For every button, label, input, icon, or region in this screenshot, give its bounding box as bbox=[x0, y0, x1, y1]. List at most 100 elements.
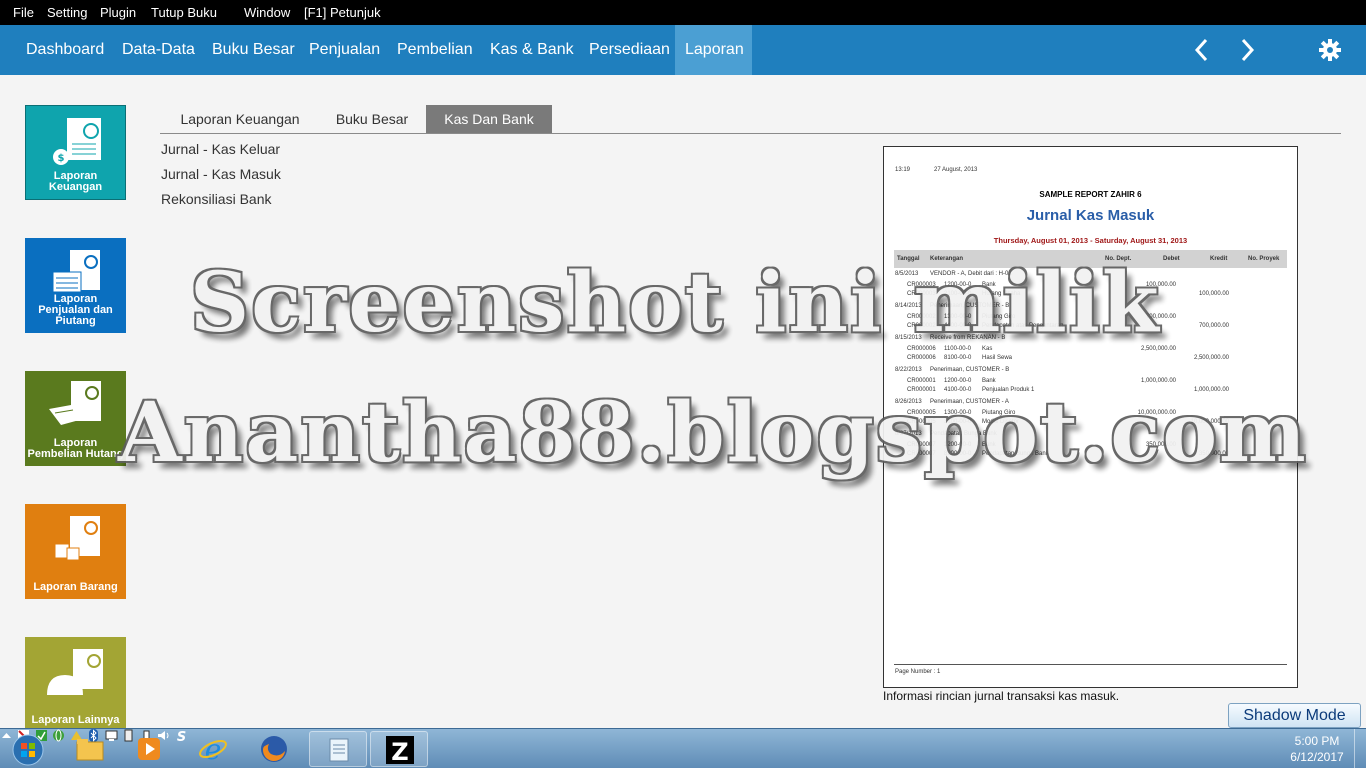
nav-dashboard[interactable]: Dashboard bbox=[16, 25, 114, 75]
other-report-icon bbox=[47, 649, 103, 695]
line-debet: 10,000,000.00 bbox=[1137, 410, 1176, 416]
link-rekonsiliasi-bank[interactable]: Rekonsiliasi Bank bbox=[161, 191, 272, 207]
taskbar-explorer[interactable] bbox=[61, 731, 119, 767]
line-account-name: Piutang Giro bbox=[982, 410, 1016, 416]
line-account-name: Bank bbox=[982, 378, 996, 384]
forward-arrow-icon[interactable] bbox=[1234, 37, 1260, 63]
line-debet: 700,000.00 bbox=[1145, 314, 1176, 320]
tile-label: Laporan Barang bbox=[33, 581, 118, 593]
clock-time: 5:00 PM bbox=[1294, 734, 1340, 748]
line-kredit: 350,000.00 bbox=[1198, 451, 1229, 457]
report-date: 27 August, 2013 bbox=[934, 167, 978, 173]
menu-tutup-buku[interactable]: Tutup Buku bbox=[151, 5, 217, 20]
menu-file[interactable]: File bbox=[13, 5, 34, 20]
show-desktop-button[interactable] bbox=[1354, 729, 1366, 768]
col-kredit: Kredit bbox=[1210, 256, 1228, 262]
line-voucher-number: CR000005 bbox=[907, 410, 936, 416]
menu-petunjuk[interactable]: [F1] Petunjuk bbox=[304, 5, 381, 20]
line-voucher-number: CR000007 bbox=[907, 442, 936, 448]
tile-laporan-lainnya[interactable]: Laporan Lainnya bbox=[25, 637, 126, 732]
taskbar-zahir[interactable]: Z bbox=[370, 731, 428, 767]
menu-setting[interactable]: Setting bbox=[47, 5, 87, 20]
line-account-name: Hasil Sewa bbox=[982, 355, 1013, 361]
tile-label: Laporan Penjualan dan Piutang bbox=[38, 293, 113, 327]
report-description: Informasi rincian jurnal transaksi kas m… bbox=[883, 689, 1120, 703]
line-voucher-number: CR000005 bbox=[907, 419, 936, 425]
line-account-code: 1200-00-0 bbox=[944, 378, 972, 384]
clock-date: 6/12/2017 bbox=[1290, 750, 1344, 764]
taskbar-notepad[interactable] bbox=[309, 731, 367, 767]
line-kredit: 1,000,000.00 bbox=[1193, 387, 1229, 393]
line-voucher-number: CR000002 bbox=[907, 314, 936, 320]
tile-laporan-barang[interactable]: Laporan Barang bbox=[25, 504, 126, 599]
line-kredit: 10,000,000.00 bbox=[1190, 419, 1229, 425]
line-account-name: Bank bbox=[982, 442, 996, 448]
tile-laporan-keuangan[interactable]: $ Laporan Keuangan bbox=[25, 105, 126, 200]
tab-buku-besar[interactable]: Buku Besar bbox=[323, 105, 421, 133]
start-button[interactable] bbox=[0, 731, 56, 767]
line-voucher-number: CR000002 bbox=[907, 323, 936, 329]
group-description: Receive from REKANAN - B bbox=[930, 335, 1006, 341]
line-account-code: 1200-00-0 bbox=[944, 282, 972, 288]
line-account-code: 8100-00-0 bbox=[944, 355, 972, 361]
group-date: 8/26/2013 bbox=[895, 399, 922, 405]
svg-text:Z: Z bbox=[391, 738, 408, 765]
firefox-icon bbox=[261, 736, 287, 762]
gear-icon[interactable] bbox=[1317, 37, 1343, 63]
tab-kas-dan-bank[interactable]: Kas Dan Bank bbox=[426, 105, 552, 133]
nav-pembelian[interactable]: Pembelian bbox=[387, 25, 483, 75]
financial-report-icon: $ bbox=[53, 118, 101, 165]
taskbar-firefox[interactable] bbox=[245, 731, 303, 767]
menu-plugin[interactable]: Plugin bbox=[100, 5, 136, 20]
group-date: 8/5/2013 bbox=[895, 271, 919, 277]
report-preview: 13:19 27 August, 2013 SAMPLE REPORT ZAHI… bbox=[883, 146, 1298, 688]
col-no-dept: No. Dept. bbox=[1105, 256, 1132, 262]
line-account-name: Pendapatan Bunga Bank bbox=[982, 451, 1049, 457]
svg-text:e: e bbox=[205, 734, 222, 764]
report-time: 13:19 bbox=[895, 167, 911, 173]
line-account-code: 4100-00-0 bbox=[944, 323, 972, 329]
col-keterangan: Keterangan bbox=[930, 256, 964, 262]
line-voucher-number: CR000001 bbox=[907, 387, 936, 393]
menu-window[interactable]: Window bbox=[244, 5, 290, 20]
line-account-name: Piutang Giro bbox=[982, 314, 1016, 320]
group-date: 8/22/2013 bbox=[895, 367, 922, 373]
nav-data-data[interactable]: Data-Data bbox=[112, 25, 205, 75]
line-account-code: 1200-00-0 bbox=[944, 442, 972, 448]
line-voucher-number: CR000007 bbox=[907, 451, 936, 457]
line-debet: 1,000,000.00 bbox=[1140, 378, 1176, 384]
media-player-icon bbox=[138, 738, 160, 760]
report-footer-line bbox=[894, 664, 1287, 665]
col-debet: Debet bbox=[1163, 256, 1180, 262]
shadow-mode-button[interactable]: Shadow Mode bbox=[1228, 703, 1361, 728]
main-nav: Dashboard Data-Data Buku Besar Penjualan… bbox=[0, 25, 1366, 75]
tile-laporan-penjualan[interactable]: Laporan Penjualan dan Piutang bbox=[25, 238, 126, 333]
clock[interactable]: 5:00 PM 6/12/2017 bbox=[1285, 733, 1349, 765]
line-account-code: 1300-00-0 bbox=[944, 410, 972, 416]
taskbar-media-player[interactable] bbox=[120, 731, 178, 767]
line-account-name: Kas bbox=[982, 346, 993, 352]
nav-buku-besar[interactable]: Buku Besar bbox=[202, 25, 305, 75]
tile-laporan-pembelian[interactable]: Laporan Pembelian Hutang bbox=[25, 371, 126, 466]
nav-penjualan[interactable]: Penjualan bbox=[299, 25, 390, 75]
line-debet: 100,000.00 bbox=[1145, 282, 1176, 288]
line-debet: 2,500,000.00 bbox=[1140, 346, 1176, 352]
nav-laporan[interactable]: Laporan bbox=[675, 25, 752, 75]
internet-explorer-icon: e bbox=[199, 734, 227, 764]
line-account-code: 3100-00-0 bbox=[944, 419, 972, 425]
taskbar: e Z S 5:00 PM 6/12/2017 bbox=[0, 728, 1366, 768]
nav-persediaan[interactable]: Persediaan bbox=[579, 25, 680, 75]
back-arrow-icon[interactable] bbox=[1189, 37, 1215, 63]
group-description: Penerimaan, CUSTOMER - B bbox=[930, 303, 1010, 309]
nav-kas-bank[interactable]: Kas & Bank bbox=[480, 25, 584, 75]
windows-logo-icon bbox=[12, 734, 44, 766]
tab-laporan-keuangan[interactable]: Laporan Keuangan bbox=[169, 105, 311, 133]
group-description: Penerimaan, CUSTOMER - A bbox=[930, 399, 1009, 405]
menu-bar: File Setting Plugin Tutup Buku Window [F… bbox=[0, 0, 1366, 25]
line-voucher-number: CR000006 bbox=[907, 346, 936, 352]
line-voucher-number: CR000006 bbox=[907, 355, 936, 361]
link-jurnal-kas-keluar[interactable]: Jurnal - Kas Keluar bbox=[161, 141, 280, 157]
taskbar-internet-explorer[interactable]: e bbox=[184, 731, 242, 767]
link-jurnal-kas-masuk[interactable]: Jurnal - Kas Masuk bbox=[161, 166, 281, 182]
group-date: 8/15/2013 bbox=[895, 335, 922, 341]
